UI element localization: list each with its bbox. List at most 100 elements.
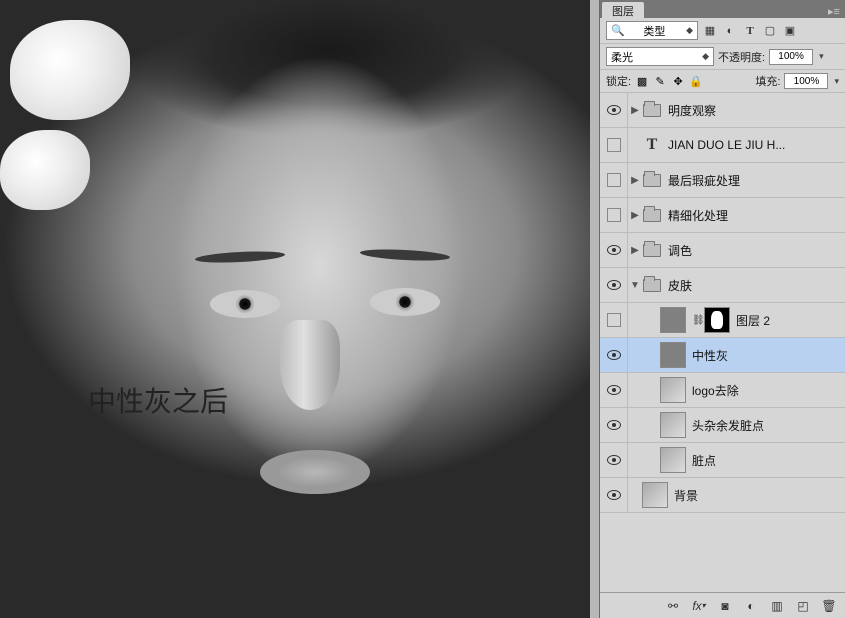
filter-kind-select[interactable]: 🔍 类型 ◆ <box>606 21 698 40</box>
disclosure-triangle[interactable]: ▶ <box>628 105 642 116</box>
lock-position-icon[interactable]: ✥ <box>671 75 685 88</box>
layer-name[interactable]: 图层 2 <box>736 312 770 329</box>
canvas-overlay-text: 中性灰之后 <box>88 380 228 420</box>
layer-name[interactable]: 精细化处理 <box>668 207 728 224</box>
search-icon: 🔍 <box>611 24 625 37</box>
visibility-toggle[interactable] <box>600 303 628 337</box>
mask-thumbnail[interactable] <box>704 307 730 333</box>
disclosure-triangle[interactable]: ▶ <box>628 245 642 256</box>
chevron-down-icon[interactable]: ▾ <box>819 51 824 62</box>
filter-kind-label: 类型 <box>643 23 665 39</box>
lock-transparent-icon[interactable]: ▩ <box>635 75 649 88</box>
layer-thumbnail[interactable] <box>660 447 686 473</box>
eye-icon <box>607 420 621 430</box>
filter-shape-icon[interactable]: ▢ <box>762 23 778 39</box>
eye-shape <box>210 290 280 318</box>
filter-smart-icon[interactable]: ▣ <box>782 23 798 39</box>
layer-row[interactable]: 背景 <box>600 478 845 513</box>
layer-row[interactable]: 中性灰 <box>600 338 845 373</box>
layer-name[interactable]: logo去除 <box>692 382 739 399</box>
nose-shape <box>280 320 340 410</box>
layer-row[interactable]: ▼ 皮肤 <box>600 268 845 303</box>
opacity-value: 100% <box>778 51 804 62</box>
layer-name[interactable]: 脏点 <box>692 452 716 469</box>
document-canvas[interactable]: 中性灰之后 <box>0 0 590 618</box>
lock-all-icon[interactable]: 🔒 <box>689 75 703 88</box>
folder-icon <box>642 272 662 298</box>
opacity-input[interactable]: 100% <box>769 49 813 65</box>
lock-pixels-icon[interactable]: ✎ <box>653 75 667 88</box>
eye-icon <box>607 105 621 115</box>
flower-decoration <box>10 20 130 120</box>
disclosure-triangle[interactable]: ▶ <box>628 210 642 221</box>
blend-mode-select[interactable]: 柔光 ◆ <box>606 47 714 66</box>
layer-row[interactable]: logo去除 <box>600 373 845 408</box>
layers-panel: 图层 ▸≡ 🔍 类型 ◆ ▦ ◐ T ▢ ▣ 柔光 ◆ 不透明度: 100% ▾… <box>599 0 845 618</box>
layer-row[interactable]: ⛓ 图层 2 <box>600 303 845 338</box>
visibility-toggle[interactable] <box>600 93 628 127</box>
type-layer-icon: T <box>642 132 662 158</box>
visibility-toggle[interactable] <box>600 198 628 232</box>
chevron-down-icon: ◆ <box>702 51 709 62</box>
lock-label: 锁定: <box>606 73 631 89</box>
visibility-toggle[interactable] <box>600 338 628 372</box>
layer-name[interactable]: 头杂余发脏点 <box>692 417 764 434</box>
eye-icon <box>607 385 621 395</box>
delete-layer-icon[interactable]: 🗑 <box>821 598 837 614</box>
layer-name[interactable]: 皮肤 <box>668 277 692 294</box>
tab-layers[interactable]: 图层 <box>602 2 644 18</box>
eye-icon <box>607 455 621 465</box>
fill-label: 填充: <box>755 73 780 89</box>
layer-row[interactable]: 头杂余发脏点 <box>600 408 845 443</box>
layer-row[interactable]: T JIAN DUO LE JIU H... <box>600 128 845 163</box>
lock-row: 锁定: ▩ ✎ ✥ 🔒 填充: 100% ▾ <box>600 70 845 93</box>
filter-pixel-icon[interactable]: ▦ <box>702 23 718 39</box>
blend-mode-value: 柔光 <box>611 49 633 65</box>
layer-name[interactable]: 中性灰 <box>692 347 728 364</box>
add-mask-icon[interactable]: ◙ <box>717 598 733 614</box>
layer-thumbnail[interactable] <box>660 377 686 403</box>
layer-row[interactable]: ▶ 明度观察 <box>600 93 845 128</box>
visibility-toggle[interactable] <box>600 268 628 302</box>
layer-name[interactable]: 最后瑕疵处理 <box>668 172 740 189</box>
layer-name[interactable]: 背景 <box>674 487 698 504</box>
layer-row[interactable]: ▶ 调色 <box>600 233 845 268</box>
visibility-toggle[interactable] <box>600 408 628 442</box>
panel-menu-icon[interactable]: ▸≡ <box>827 5 845 18</box>
layers-footer: ⚯ fx▾ ◙ ◐ ▥ ◰ 🗑 <box>600 592 845 618</box>
layer-row[interactable]: 脏点 <box>600 443 845 478</box>
opacity-label: 不透明度: <box>718 49 765 65</box>
mask-link-icon[interactable]: ⛓ <box>692 315 702 326</box>
layer-thumbnail[interactable] <box>642 482 668 508</box>
layer-row[interactable]: ▶ 最后瑕疵处理 <box>600 163 845 198</box>
fill-input[interactable]: 100% <box>784 73 828 89</box>
layer-row[interactable]: ▶ 精细化处理 <box>600 198 845 233</box>
layer-thumbnail[interactable] <box>660 412 686 438</box>
visibility-toggle[interactable] <box>600 478 628 512</box>
visibility-toggle[interactable] <box>600 443 628 477</box>
layer-filter-row: 🔍 类型 ◆ ▦ ◐ T ▢ ▣ <box>600 18 845 44</box>
disclosure-triangle[interactable]: ▶ <box>628 175 642 186</box>
layer-thumbnail[interactable] <box>660 307 686 333</box>
visibility-toggle[interactable] <box>600 128 628 162</box>
link-layers-icon[interactable]: ⚯ <box>665 598 681 614</box>
folder-icon <box>642 97 662 123</box>
visibility-toggle[interactable] <box>600 373 628 407</box>
panel-tabbar: 图层 ▸≡ <box>600 0 845 18</box>
filter-type-icon[interactable]: T <box>742 23 758 39</box>
folder-icon <box>642 167 662 193</box>
visibility-toggle[interactable] <box>600 233 628 267</box>
new-adjustment-icon[interactable]: ◐ <box>743 598 759 614</box>
layer-name[interactable]: 调色 <box>668 242 692 259</box>
disclosure-triangle[interactable]: ▼ <box>628 280 642 291</box>
filter-adjust-icon[interactable]: ◐ <box>722 23 738 39</box>
layer-name[interactable]: 明度观察 <box>668 102 716 119</box>
visibility-toggle[interactable] <box>600 163 628 197</box>
new-group-icon[interactable]: ▥ <box>769 598 785 614</box>
layer-thumbnail[interactable] <box>660 342 686 368</box>
new-layer-icon[interactable]: ◰ <box>795 598 811 614</box>
layer-list[interactable]: ▶明度观察TJIAN DUO LE JIU H...▶最后瑕疵处理▶精细化处理▶… <box>600 93 845 592</box>
chevron-down-icon[interactable]: ▾ <box>834 76 839 87</box>
fx-icon[interactable]: fx▾ <box>691 598 707 614</box>
layer-name[interactable]: JIAN DUO LE JIU H... <box>668 138 785 152</box>
